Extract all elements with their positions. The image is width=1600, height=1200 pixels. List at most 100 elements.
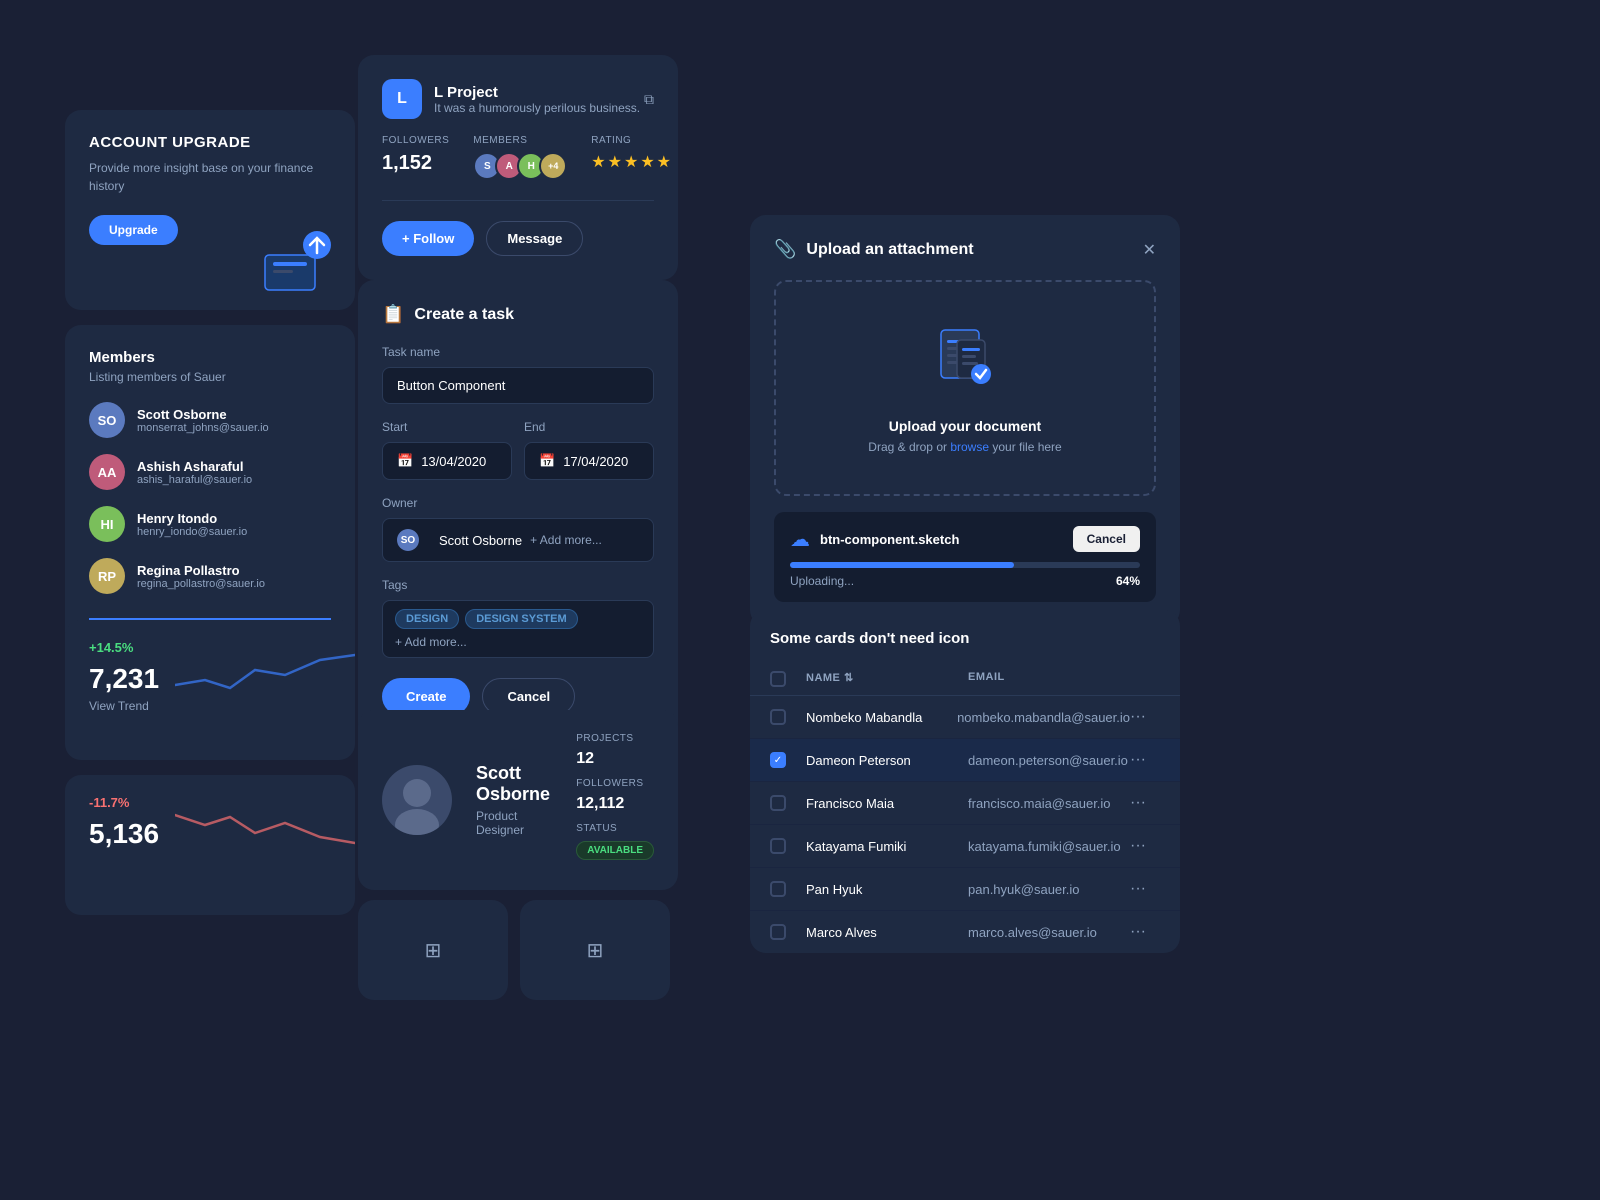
followers-count: 1,152	[382, 152, 449, 175]
start-label: Start	[382, 420, 512, 434]
row-name-1: Nombeko Mabandla	[806, 710, 957, 725]
row-email-3: francisco.maia@sauer.io	[968, 796, 1130, 811]
member-name-3: Henry Itondo	[137, 511, 247, 526]
member-avatars: S A H +4	[473, 152, 567, 180]
row-more-4[interactable]: ···	[1130, 837, 1146, 854]
row-more-5[interactable]: ···	[1130, 880, 1146, 897]
task-name-label: Task name	[382, 345, 654, 359]
member-item-2: AA Ashish Asharaful ashis_haraful@sauer.…	[89, 454, 331, 490]
table-check-header	[770, 671, 806, 687]
message-button[interactable]: Message	[486, 221, 583, 256]
row-more-3[interactable]: ···	[1130, 794, 1146, 811]
tag-add[interactable]: + Add more...	[395, 635, 467, 649]
bottom-small-card-1: ⊞	[358, 900, 508, 1000]
follow-button[interactable]: + Follow	[382, 221, 474, 256]
table-row: Katayama Fumiki katayama.fumiki@sauer.io…	[750, 825, 1180, 868]
row-name-4: Katayama Fumiki	[806, 839, 968, 854]
row-email-1: nombeko.mabandla@sauer.io	[957, 710, 1130, 725]
row-more-1[interactable]: ···	[1130, 708, 1146, 725]
row-name-3: Francisco Maia	[806, 796, 968, 811]
row-email-2: dameon.peterson@sauer.io	[968, 753, 1130, 768]
table-row: Nombeko Mabandla nombeko.mabandla@sauer.…	[750, 696, 1180, 739]
row-more-2[interactable]: ···	[1130, 751, 1146, 768]
uploading-text: Uploading...	[790, 574, 854, 588]
member-avatar-2: AA	[89, 454, 125, 490]
upload-file-row: ☁ btn-component.sketch Cancel Uploading.…	[774, 512, 1156, 602]
tags-input[interactable]: DESIGN DESIGN SYSTEM + Add more...	[382, 600, 654, 658]
projects-stat-value: 12	[576, 750, 654, 768]
member-name-1: Scott Osborne	[137, 407, 269, 422]
account-upgrade-card: ACCOUNT UPGRADE Provide more insight bas…	[65, 110, 355, 310]
upload-title: Upload an attachment	[806, 241, 973, 259]
followers-stat-value: 12,112	[576, 795, 654, 813]
drop-sub-prefix: Drag & drop or	[868, 440, 950, 454]
owner-input[interactable]: SO Scott Osborne + Add more...	[382, 518, 654, 562]
table-title: Some cards don't need icon	[750, 630, 1180, 663]
drop-zone[interactable]: Upload your document Drag & drop or brow…	[774, 280, 1156, 496]
member-avatar-1: SO	[89, 402, 125, 438]
row-more-6[interactable]: ···	[1130, 923, 1146, 940]
tag-design-system: DESIGN SYSTEM	[465, 609, 577, 629]
document-icon	[796, 322, 1134, 406]
owner-name: Scott Osborne	[439, 533, 522, 548]
row-checkbox-3[interactable]	[770, 795, 786, 811]
member-name-4: Regina Pollastro	[137, 563, 265, 578]
table-name-header[interactable]: NAME ⇅	[806, 671, 968, 687]
projects-stat-label: PROJECTS	[576, 733, 654, 744]
profile-card: Scott Osborne Product Designer PROJECTS …	[358, 710, 678, 890]
followers-label: FOLLOWERS	[382, 135, 449, 146]
progress-bar-fill	[790, 562, 1014, 568]
row-checkbox-5[interactable]	[770, 881, 786, 897]
member-email-1: monserrat_johns@sauer.io	[137, 422, 269, 434]
project-desc: It was a humorously perilous business.	[434, 101, 640, 115]
members-subtitle: Listing members of Sauer	[89, 370, 331, 384]
row-email-6: marco.alves@sauer.io	[968, 925, 1130, 940]
row-checkbox-6[interactable]	[770, 924, 786, 940]
calendar-icon-2: 📅	[539, 453, 555, 469]
browse-link[interactable]: browse	[950, 440, 989, 454]
member-avatar-3: HI	[89, 506, 125, 542]
table-header: NAME ⇅ EMAIL	[750, 663, 1180, 696]
trend1-sub[interactable]: View Trend	[89, 699, 331, 713]
end-date-value: 17/04/2020	[563, 454, 628, 469]
status-badge: AVAILABLE	[576, 841, 654, 860]
header-checkbox[interactable]	[770, 671, 786, 687]
row-name-5: Pan Hyuk	[806, 882, 968, 897]
external-link-icon[interactable]: ⧉	[644, 91, 654, 108]
end-date-input[interactable]: 📅 17/04/2020	[524, 442, 654, 480]
file-icon: ☁	[790, 527, 810, 552]
task-title: Create a task	[414, 306, 514, 324]
member-email-4: regina_pollastro@sauer.io	[137, 578, 265, 590]
row-checkbox-2[interactable]: ✓	[770, 752, 786, 768]
row-name-6: Marco Alves	[806, 925, 968, 940]
file-name: btn-component.sketch	[820, 532, 1063, 547]
row-checkbox-1[interactable]	[770, 709, 786, 725]
row-checkbox-4[interactable]	[770, 838, 786, 854]
status-stat-label: STATUS	[576, 823, 654, 834]
account-upgrade-subtitle: Provide more insight base on your financ…	[89, 159, 331, 195]
followers-stat-label: FOLLOWERS	[576, 778, 654, 789]
upload-cancel-button[interactable]: Cancel	[1073, 526, 1140, 552]
start-date-value: 13/04/2020	[421, 454, 486, 469]
table-email-header: EMAIL	[968, 671, 1130, 687]
create-task-card: 📋 Create a task Task name Start 📅 13/04/…	[358, 280, 678, 739]
members-title: Members	[89, 349, 331, 366]
drop-text: Upload your document	[796, 418, 1134, 434]
progress-bar-bg	[790, 562, 1140, 568]
owner-add[interactable]: + Add more...	[530, 533, 602, 547]
close-icon[interactable]: ✕	[1143, 240, 1156, 260]
start-date-input[interactable]: 📅 13/04/2020	[382, 442, 512, 480]
end-label: End	[524, 420, 654, 434]
members-label: MEMBERS	[473, 135, 567, 146]
task-name-input[interactable]	[382, 367, 654, 404]
member-email-3: henry_iondo@sauer.io	[137, 526, 247, 538]
table-row: Francisco Maia francisco.maia@sauer.io ·…	[750, 782, 1180, 825]
bottom-small-card-2: ⊞	[520, 900, 670, 1000]
project-card: L L Project It was a humorously perilous…	[358, 55, 678, 280]
member-email-2: ashis_haraful@sauer.io	[137, 474, 252, 486]
upgrade-button[interactable]: Upgrade	[89, 215, 178, 245]
tags-label: Tags	[382, 578, 654, 592]
row-email-4: katayama.fumiki@sauer.io	[968, 839, 1130, 854]
member-item-3: HI Henry Itondo henry_iondo@sauer.io	[89, 506, 331, 542]
project-icon: L	[382, 79, 422, 119]
